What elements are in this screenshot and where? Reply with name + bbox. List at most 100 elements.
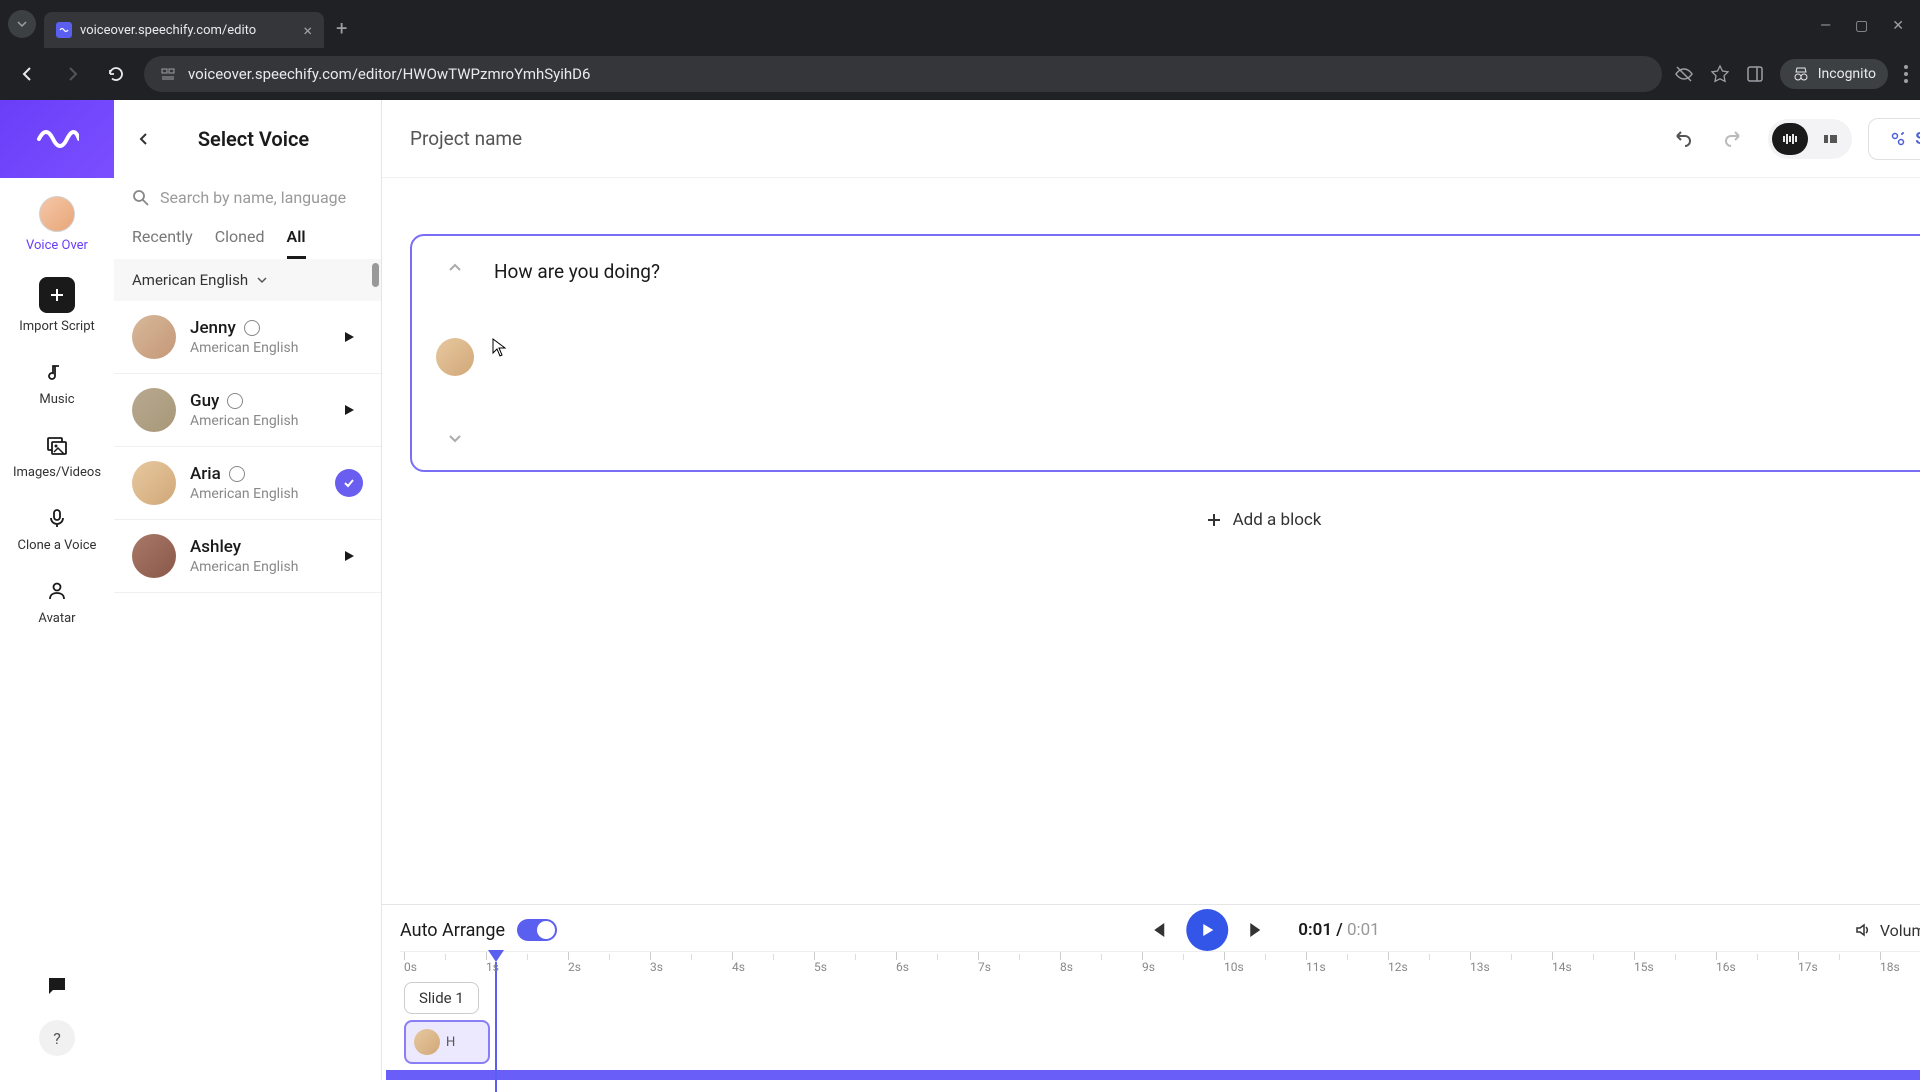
mouse-cursor — [492, 338, 506, 358]
rail-label: Images/Videos — [13, 465, 101, 480]
browser-toolbar: voiceover.speechify.com/editor/HWOwTWPzm… — [0, 48, 1920, 100]
timeline-ruler[interactable]: 0s1s2s3s4s5s6s7s8s9s10s11s12s13s14s15s16… — [400, 951, 1920, 974]
chat-icon[interactable] — [43, 972, 71, 1000]
app-logo[interactable] — [0, 100, 114, 178]
side-panel-icon[interactable] — [1746, 65, 1764, 83]
skip-forward-icon[interactable] — [1246, 919, 1268, 941]
chevron-up-icon[interactable] — [443, 256, 467, 280]
voice-avatar — [132, 534, 176, 578]
skip-back-icon[interactable] — [1146, 919, 1168, 941]
auto-arrange-label: Auto Arrange — [400, 920, 505, 941]
block-voice-avatar[interactable] — [436, 338, 474, 376]
tab-close-icon[interactable]: × — [303, 21, 312, 40]
chevron-down-icon[interactable] — [443, 426, 467, 450]
tab-recently[interactable]: Recently — [132, 227, 193, 259]
help-icon[interactable]: ? — [39, 1020, 75, 1056]
rail-images-videos[interactable]: Images/Videos — [13, 431, 101, 480]
tab-favicon — [56, 22, 72, 38]
ruler-tick: 0s — [404, 960, 486, 974]
rail-clone-voice[interactable]: Clone a Voice — [18, 504, 97, 553]
editor-header: Project name Share Export — [382, 100, 1920, 178]
block-text-content[interactable]: How are you doing? — [494, 256, 1920, 283]
rail-music[interactable]: Music — [39, 358, 74, 407]
voice-search-input[interactable] — [160, 188, 363, 207]
scrollbar-thumb[interactable] — [372, 263, 379, 287]
share-button[interactable]: Share — [1868, 118, 1920, 160]
image-icon — [43, 431, 71, 459]
play-icon[interactable] — [335, 542, 363, 570]
tab-cloned[interactable]: Cloned — [215, 227, 265, 259]
volume-control[interactable]: Volume — [1854, 921, 1920, 940]
eye-off-icon[interactable] — [1674, 64, 1694, 84]
rail-label: Voice Over — [26, 238, 88, 253]
ruler-tick: 6s — [896, 960, 978, 974]
voice-row-jenny[interactable]: Jenny American English — [114, 301, 381, 374]
ruler-tick: 3s — [650, 960, 732, 974]
ruler-tick: 14s — [1552, 960, 1634, 974]
check-icon — [335, 469, 363, 497]
language-selector[interactable]: American English — [114, 259, 381, 301]
incognito-label: Incognito — [1818, 66, 1876, 82]
incognito-badge[interactable]: Incognito — [1780, 59, 1888, 89]
ruler-tick: 15s — [1634, 960, 1716, 974]
voice-lang: American English — [190, 486, 321, 502]
timeline: Auto Arrange 0:01 / 0:01 — [382, 904, 1920, 1080]
ruler-tick: 4s — [732, 960, 814, 974]
view-toggle-waveform[interactable] — [1772, 123, 1808, 155]
tab-search-dropdown[interactable] — [8, 10, 36, 38]
person-icon — [43, 577, 71, 605]
voice-row-ashley[interactable]: Ashley American English — [114, 520, 381, 593]
voice-name: Aria — [190, 464, 221, 484]
music-note-icon — [43, 358, 71, 386]
voice-row-guy[interactable]: Guy American English — [114, 374, 381, 447]
volume-icon — [1854, 921, 1872, 939]
url-text: voiceover.speechify.com/editor/HWOwTWPzm… — [188, 65, 590, 83]
search-icon — [132, 189, 150, 207]
ruler-tick: 5s — [814, 960, 896, 974]
minimize-icon[interactable]: — — [1820, 18, 1831, 34]
voice-avatar — [132, 388, 176, 432]
rail-label: Import Script — [19, 319, 95, 334]
redo-button[interactable] — [1716, 121, 1752, 157]
text-block[interactable]: How are you doing? — [410, 234, 1920, 472]
undo-button[interactable] — [1664, 121, 1700, 157]
url-bar[interactable]: voiceover.speechify.com/editor/HWOwTWPzm… — [144, 56, 1662, 92]
view-toggle-list[interactable] — [1812, 123, 1848, 155]
avatar-icon — [39, 196, 75, 232]
forward-button[interactable] — [56, 58, 88, 90]
play-button[interactable] — [1186, 909, 1228, 951]
site-settings-icon[interactable] — [160, 66, 176, 82]
toggle-switch[interactable] — [517, 919, 557, 941]
clip-text: H — [446, 1035, 455, 1050]
track-area: Slide 1 H — [400, 974, 1920, 1080]
reload-button[interactable] — [100, 58, 132, 90]
add-block-button[interactable]: Add a block — [1185, 500, 1342, 540]
project-name-input[interactable]: Project name — [410, 127, 1648, 150]
play-icon[interactable] — [335, 396, 363, 424]
timeline-scrollbar[interactable] — [386, 1070, 1920, 1080]
back-chevron-icon[interactable] — [130, 125, 158, 153]
back-button[interactable] — [12, 58, 44, 90]
rail-avatar[interactable]: Avatar — [38, 577, 75, 626]
bookmark-star-icon[interactable] — [1710, 64, 1730, 84]
rail-import-script[interactable]: Import Script — [19, 277, 95, 334]
emotion-icon — [244, 320, 260, 336]
rail-voice-over[interactable]: Voice Over — [26, 196, 88, 253]
browser-tab-strip: voiceover.speechify.com/edito × + — ▢ ✕ — [0, 0, 1920, 48]
add-block-label: Add a block — [1233, 510, 1322, 530]
close-window-icon[interactable]: ✕ — [1892, 18, 1904, 34]
browser-menu-icon[interactable] — [1904, 65, 1908, 83]
ruler-tick: 17s — [1798, 960, 1880, 974]
share-icon — [1889, 130, 1907, 148]
tab-all[interactable]: All — [287, 227, 306, 259]
browser-tab[interactable]: voiceover.speechify.com/edito × — [44, 12, 324, 48]
play-icon[interactable] — [335, 323, 363, 351]
editor-main: Project name Share Export Select All — [382, 100, 1920, 1080]
maximize-icon[interactable]: ▢ — [1855, 18, 1868, 34]
timeline-clip[interactable]: H — [404, 1020, 490, 1064]
slide-label[interactable]: Slide 1 — [404, 982, 479, 1014]
voice-row-aria[interactable]: Aria American English — [114, 447, 381, 520]
new-tab-button[interactable]: + — [336, 16, 347, 40]
total-time: 0:01 — [1347, 920, 1380, 940]
voice-lang: American English — [190, 559, 321, 575]
